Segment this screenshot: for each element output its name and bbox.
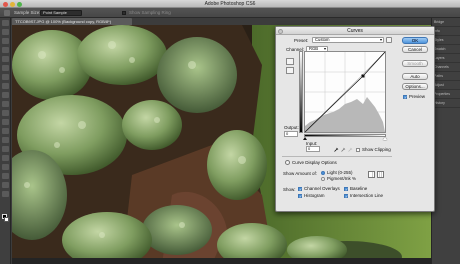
hand-tool-icon[interactable]	[2, 182, 9, 188]
baseline-label: Baseline	[350, 186, 368, 191]
preview-checkbox[interactable]: ✓	[403, 95, 407, 100]
curve-plot	[304, 51, 386, 133]
panel-dock: Bridge Info Styles Swatch Layers Channel…	[431, 18, 460, 264]
output-field[interactable]: 0	[284, 131, 298, 137]
preview-label: Preview	[409, 94, 426, 99]
pigment-radio[interactable]	[321, 177, 325, 181]
quick-select-tool-icon[interactable]	[2, 47, 9, 53]
gray-point-eyedropper-icon[interactable]	[341, 147, 346, 152]
grid-detailed-icon[interactable]	[377, 171, 384, 178]
brush-tool-icon[interactable]	[2, 83, 9, 89]
zoom-tool-icon[interactable]	[2, 191, 9, 197]
clone-stamp-icon[interactable]	[2, 92, 9, 98]
baseline-checkbox[interactable]: ✓	[344, 187, 348, 192]
type-tool-icon[interactable]	[2, 155, 9, 161]
document-tab[interactable]: TTCOB9ST.JPG @ 100% (Background copy, RG…	[12, 18, 132, 25]
show-ring-label: Show Sampling Ring	[129, 10, 171, 15]
show-clipping-label: Show Clipping	[362, 147, 391, 152]
lasso-tool-icon[interactable]	[2, 38, 9, 44]
preset-label: Preset:	[294, 38, 309, 43]
path-select-icon[interactable]	[2, 164, 9, 170]
panel-tab-styles[interactable]: Styles	[432, 36, 460, 45]
intersection-line-checkbox[interactable]: ✓	[344, 194, 348, 199]
healing-brush-icon[interactable]	[2, 74, 9, 80]
panel-tab-paths[interactable]: Paths	[432, 72, 460, 81]
show-amount-label: Show Amount of:	[283, 171, 318, 176]
title-bar: Adobe Photoshop CS6	[0, 0, 460, 8]
display-options-label: Curve Display Options	[292, 160, 337, 165]
pen-tool-icon[interactable]	[2, 146, 9, 152]
panel-tab-layers[interactable]: Layers	[432, 54, 460, 63]
cancel-button[interactable]: Cancel	[402, 46, 428, 53]
panel-tab-bridge[interactable]: Bridge	[432, 18, 460, 27]
history-brush-icon[interactable]	[2, 101, 9, 107]
dialog-title: Curves	[347, 28, 363, 34]
panel-tab-info[interactable]: Info	[432, 27, 460, 36]
sample-size-select[interactable]: Point Sample	[40, 10, 82, 16]
panel-tab-history[interactable]: History	[432, 99, 460, 108]
crop-tool-icon[interactable]	[2, 56, 9, 62]
dialog-close-icon[interactable]	[278, 28, 283, 34]
white-point-slider-icon[interactable]	[383, 137, 387, 140]
pigment-option-label: Pigment/Ink %	[327, 176, 357, 181]
white-point-eyedropper-icon[interactable]	[348, 147, 353, 152]
options-button[interactable]: Options...	[402, 83, 428, 90]
options-bar: Sample Size: Point Sample Show Sampling …	[0, 8, 460, 18]
channel-overlays-label: Channel Overlays	[304, 186, 340, 191]
panel-tab-properties[interactable]: Properties	[432, 90, 460, 99]
curve-point-tool-icon[interactable]	[286, 58, 294, 65]
dialog-title-bar: Curves	[276, 27, 434, 35]
preset-select[interactable]: Custom	[312, 37, 384, 43]
input-field[interactable]: 0	[306, 146, 320, 152]
panel-tab-swatch[interactable]: Swatch	[432, 45, 460, 54]
histogram-label: Histogram	[304, 193, 325, 198]
preset-menu-icon[interactable]	[386, 37, 392, 43]
marquee-tool-icon[interactable]	[2, 29, 9, 35]
divider	[282, 156, 392, 157]
curve-control-point	[361, 74, 365, 78]
show-label: Show:	[283, 187, 296, 192]
display-options-toggle-icon[interactable]	[285, 160, 290, 165]
input-gradient-bar	[304, 134, 386, 137]
show-clipping-checkbox[interactable]	[356, 148, 360, 152]
curve-pencil-tool-icon[interactable]	[286, 67, 294, 74]
shape-tool-icon[interactable]	[2, 173, 9, 179]
curves-dialog: Curves Preset: Custom Channel: RGB Outpu…	[275, 26, 435, 212]
output-gradient-bar	[299, 51, 303, 133]
panel-tab-adjust[interactable]: Adjust	[432, 81, 460, 90]
tools-panel	[0, 18, 11, 264]
background-color-swatch[interactable]	[4, 217, 9, 222]
app-title: Adobe Photoshop CS6	[204, 1, 256, 7]
gradient-tool-icon[interactable]	[2, 119, 9, 125]
output-label: Output:	[284, 125, 299, 130]
move-tool-icon[interactable]	[2, 20, 9, 26]
light-option-label: Light (0-255)	[327, 170, 353, 175]
intersection-line-label: Intersection Line	[350, 193, 384, 198]
panel-tab-channels[interactable]: Channels	[432, 63, 460, 72]
eraser-tool-icon[interactable]	[2, 110, 9, 116]
dodge-tool-icon[interactable]	[2, 137, 9, 143]
ok-button[interactable]: OK	[402, 37, 428, 44]
black-point-slider-icon[interactable]	[303, 137, 307, 140]
light-radio[interactable]	[321, 171, 325, 175]
curves-graph[interactable]	[304, 51, 386, 133]
eyedropper-icon[interactable]	[2, 65, 9, 71]
channel-overlays-checkbox[interactable]: ✓	[298, 187, 302, 192]
show-ring-checkbox[interactable]	[122, 11, 126, 15]
black-point-eyedropper-icon[interactable]	[334, 147, 339, 152]
grid-simple-icon[interactable]	[368, 171, 375, 178]
eyedropper-tool-icon[interactable]	[4, 10, 10, 16]
sample-size-label: Sample Size:	[14, 10, 41, 15]
histogram-checkbox[interactable]: ✓	[298, 194, 302, 199]
blur-tool-icon[interactable]	[2, 128, 9, 134]
smooth-button[interactable]: Smooth	[402, 60, 428, 67]
auto-button[interactable]: Auto	[402, 73, 428, 80]
